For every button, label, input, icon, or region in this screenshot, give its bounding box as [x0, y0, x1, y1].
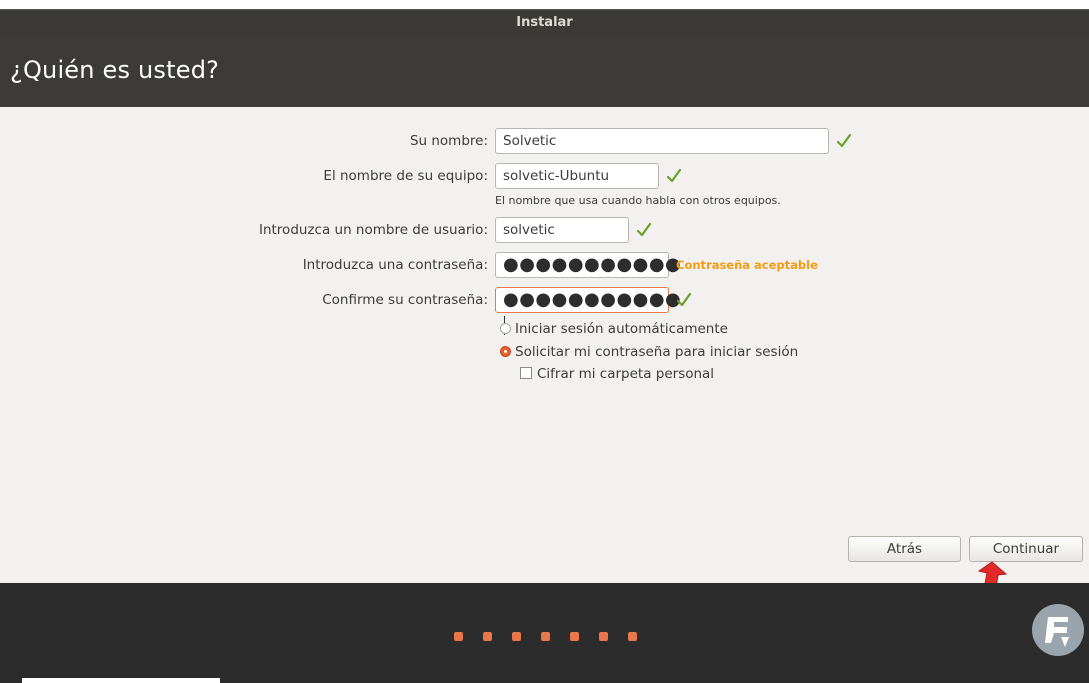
- progress-dot: [454, 632, 463, 641]
- progress-dot: [628, 632, 637, 641]
- name-field[interactable]: Solvetic: [495, 128, 829, 154]
- progress-footer: [0, 583, 1089, 683]
- encrypt-home-label: Cifrar mi carpeta personal: [537, 366, 715, 382]
- autologin-label: Iniciar sesión automáticamente: [515, 321, 728, 337]
- radio-on-icon: [500, 345, 511, 357]
- checkmark-icon: [666, 168, 682, 183]
- progress-dot: [570, 632, 579, 641]
- progress-dot: [512, 632, 521, 641]
- password-label: Introduzca una contraseña:: [302, 257, 488, 273]
- titlebar-highlight: [0, 9, 1089, 10]
- autologin-radio[interactable]: Iniciar sesión automáticamente: [500, 320, 728, 338]
- password-field[interactable]: ●●●●●●●●●●●: [495, 252, 681, 278]
- computer-name-label: El nombre de su equipo:: [323, 168, 488, 184]
- window-titlebar: Instalar: [0, 9, 1089, 37]
- footer-strip: [22, 678, 220, 683]
- computer-name-hint: El nombre que usa cuando habla con otros…: [495, 194, 781, 207]
- username-label: Introduzca un nombre de usuario:: [258, 222, 488, 238]
- solvetic-logo-icon: [1032, 604, 1084, 656]
- computer-name-field[interactable]: solvetic-Ubuntu: [495, 163, 659, 189]
- form-panel: Su nombre: Solvetic El nombre de su equi…: [0, 107, 1089, 583]
- require-password-label: Solicitar mi contraseña para iniciar ses…: [515, 344, 799, 360]
- confirm-password-field[interactable]: ●●●●●●●●●●●: [495, 287, 681, 335]
- checkmark-icon: [676, 292, 692, 307]
- continue-button[interactable]: Continuar: [969, 536, 1083, 562]
- progress-dot: [599, 632, 608, 641]
- require-password-radio[interactable]: Solicitar mi contraseña para iniciar ses…: [500, 343, 798, 361]
- confirm-password-mask: ●●●●●●●●●●●: [503, 289, 682, 310]
- page-title: ¿Quién es usted?: [10, 56, 220, 84]
- radio-off-icon: [500, 322, 511, 334]
- page-header: ¿Quién es usted?: [0, 37, 1089, 107]
- confirm-password-label: Confirme su contraseña:: [322, 292, 488, 308]
- checkmark-icon: [636, 222, 652, 237]
- name-label: Su nombre:: [409, 133, 488, 149]
- progress-dot: [483, 632, 492, 641]
- back-button[interactable]: Atrás: [848, 536, 961, 562]
- password-mask: ●●●●●●●●●●●: [503, 254, 682, 275]
- checkbox-icon: [520, 367, 532, 379]
- username-field[interactable]: solvetic: [495, 217, 629, 243]
- encrypt-home-checkbox[interactable]: Cifrar mi carpeta personal: [520, 365, 714, 383]
- window-title: Instalar: [516, 15, 573, 30]
- checkmark-icon: [836, 133, 852, 148]
- password-strength: Contraseña aceptable: [676, 258, 818, 272]
- progress-dot: [541, 632, 550, 641]
- progress-dots: [454, 626, 657, 641]
